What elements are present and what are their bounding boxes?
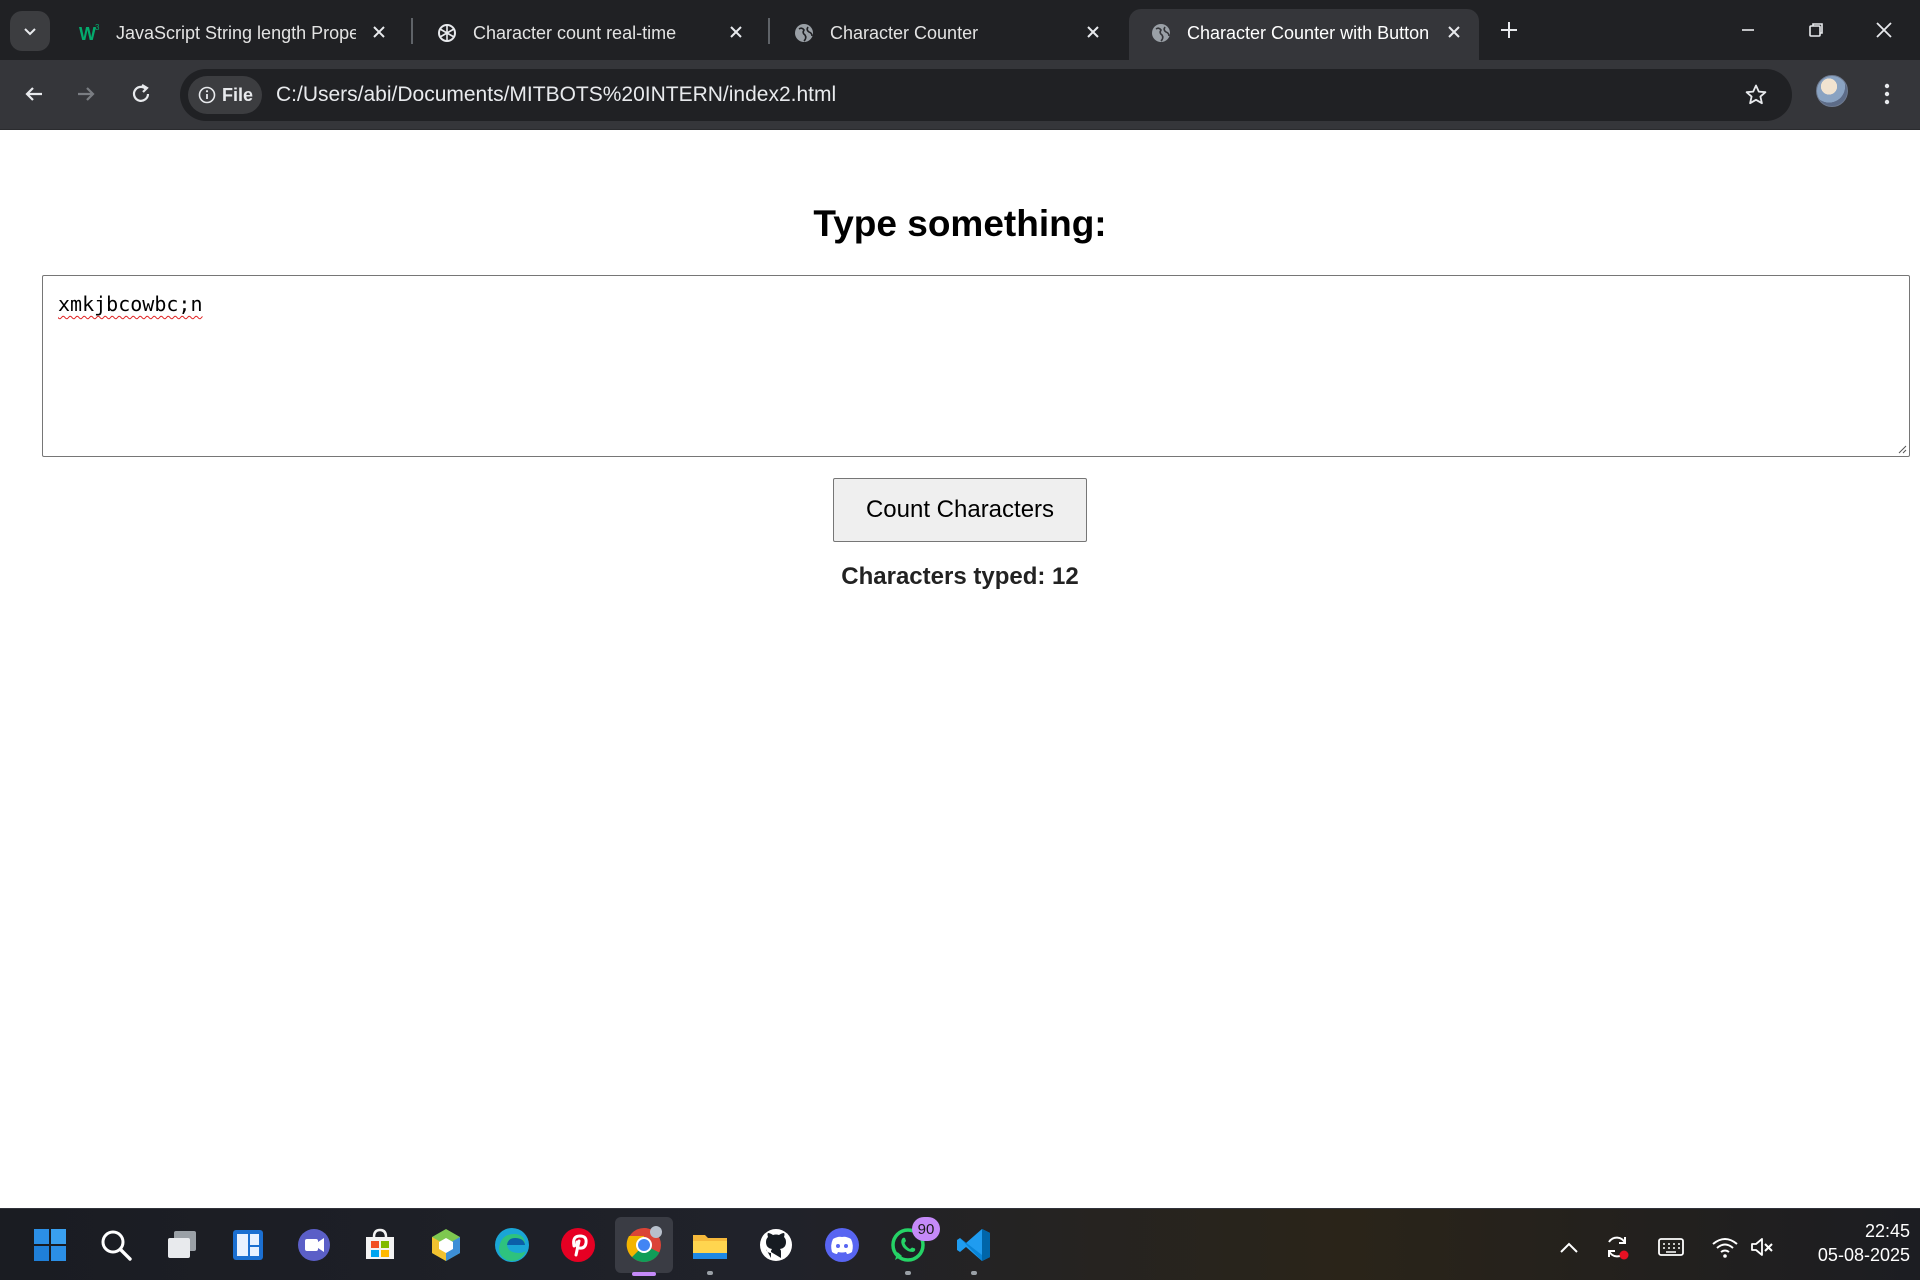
scheme-label: File — [222, 84, 254, 105]
restore-button[interactable] — [1788, 8, 1844, 52]
address-bar[interactable]: File C:/Users/abi/Documents/MITBOTS%20IN… — [180, 69, 1792, 121]
store-icon[interactable] — [358, 1223, 402, 1267]
close-icon[interactable] — [1443, 21, 1465, 43]
tab-strip: W3 JavaScript String length Propert Char… — [0, 0, 1920, 60]
tab-title: Character count real-time — [473, 23, 677, 43]
github-icon[interactable] — [754, 1223, 798, 1267]
browser-menu-button[interactable] — [1872, 74, 1902, 114]
site-info-chip[interactable]: File — [188, 76, 262, 114]
notification-badge: 90 — [912, 1217, 940, 1241]
resize-handle-icon[interactable] — [1895, 442, 1907, 454]
tab-character-counter-with-button[interactable]: Character Counter with Button — [1129, 9, 1479, 60]
close-icon[interactable] — [1082, 21, 1104, 43]
forward-button[interactable] — [66, 74, 106, 114]
file-explorer-icon[interactable] — [688, 1223, 732, 1275]
discord-icon[interactable] — [820, 1223, 864, 1267]
tab-title: JavaScript String length Propert — [116, 23, 356, 43]
close-window-button[interactable] — [1856, 8, 1912, 52]
pinterest-icon[interactable] — [556, 1223, 600, 1267]
keyboard-icon[interactable] — [1657, 1233, 1685, 1261]
globe-icon — [792, 21, 816, 45]
profile-avatar[interactable] — [1816, 75, 1848, 107]
close-icon[interactable] — [725, 21, 747, 43]
arrow-left-icon — [25, 87, 42, 101]
textarea-value: xmkjbcowbc;n — [58, 292, 203, 316]
browser-toolbar: File C:/Users/abi/Documents/MITBOTS%20IN… — [0, 60, 1920, 130]
new-tab-button[interactable] — [1494, 13, 1524, 47]
tab-character-count-realtime[interactable]: Character count real-time — [415, 9, 761, 60]
show-hidden-icons-chevron-up-icon[interactable] — [1555, 1233, 1583, 1261]
start-icon[interactable] — [28, 1223, 72, 1267]
tab-js-string-length[interactable]: W3 JavaScript String length Propert — [58, 9, 404, 60]
tab-separator — [411, 18, 413, 44]
search-icon[interactable] — [94, 1223, 138, 1267]
reload-icon — [132, 84, 150, 102]
close-icon — [1876, 22, 1892, 38]
svg-text:3: 3 — [95, 23, 100, 32]
app-cube-icon[interactable] — [424, 1223, 468, 1267]
character-count-result: Characters typed: 12 — [841, 563, 1079, 590]
w3schools-icon: W3 — [78, 21, 102, 45]
teams-icon[interactable] — [292, 1223, 336, 1267]
info-icon — [198, 86, 216, 104]
chrome-icon[interactable] — [615, 1217, 673, 1276]
tab-search-button[interactable] — [10, 11, 50, 51]
url-text[interactable]: C:/Users/abi/Documents/MITBOTS%20INTERN/… — [276, 83, 836, 107]
back-button[interactable] — [14, 74, 54, 114]
globe-icon — [1149, 21, 1173, 45]
reload-button[interactable] — [121, 74, 161, 114]
plus-icon — [1501, 22, 1517, 38]
tab-title: Character Counter with Button — [1187, 23, 1430, 43]
widgets-icon[interactable] — [226, 1223, 270, 1267]
restore-icon — [1809, 23, 1823, 37]
more-vertical-icon — [1884, 83, 1890, 105]
tab-title: Character Counter — [830, 23, 979, 43]
count-characters-button[interactable]: Count Characters — [833, 478, 1087, 542]
chevron-down-icon — [24, 28, 36, 36]
minimize-icon — [1742, 29, 1754, 31]
svg-text:W: W — [79, 24, 96, 44]
clock-time: 22:45 — [1864, 1221, 1910, 1241]
clock-date: 05-08-2025 — [1817, 1245, 1910, 1265]
arrow-right-icon — [78, 87, 95, 101]
tab-character-counter[interactable]: Character Counter — [772, 9, 1118, 60]
chatgpt-icon — [435, 21, 459, 45]
windows-taskbar: 90 22:45 05-08-2025 — [0, 1208, 1920, 1280]
whatsapp-icon[interactable]: 90 — [886, 1217, 940, 1275]
close-icon[interactable] — [368, 21, 390, 43]
task-view-icon[interactable] — [160, 1223, 204, 1267]
system-clock[interactable]: 22:45 05-08-2025 — [1786, 1219, 1910, 1267]
sync-icon[interactable] — [1603, 1233, 1631, 1261]
minimize-button[interactable] — [1720, 8, 1776, 52]
vscode-icon[interactable] — [952, 1223, 996, 1275]
web-page: Type something: xmkjbcowbc;n Count Chara… — [0, 131, 1920, 1208]
page-heading: Type something: — [813, 203, 1107, 244]
text-input-area[interactable]: xmkjbcowbc;n — [42, 275, 1910, 457]
tab-separator — [768, 18, 770, 44]
wifi-icon[interactable] — [1711, 1233, 1739, 1261]
edge-icon[interactable] — [490, 1223, 534, 1267]
volume-muted-icon[interactable] — [1748, 1233, 1776, 1261]
bookmark-star-icon[interactable] — [1742, 81, 1770, 109]
